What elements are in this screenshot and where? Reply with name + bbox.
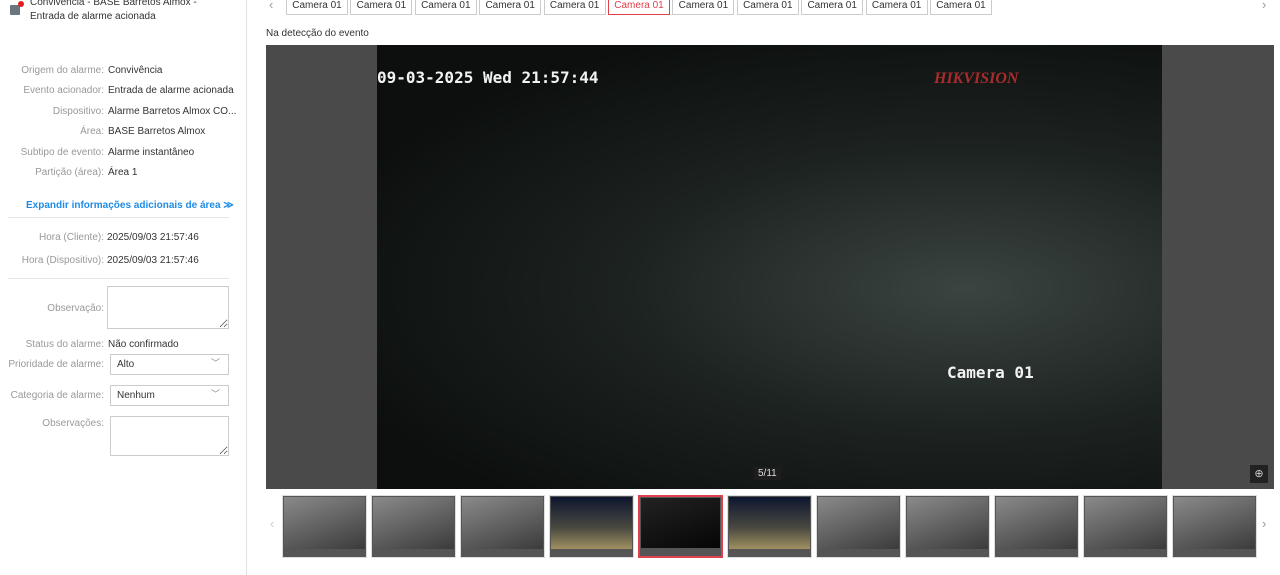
prioridade-label: Prioridade de alarme: (8, 359, 104, 370)
detail-value: BASE Barretos Almox (108, 126, 206, 138)
thumbnail[interactable] (460, 495, 545, 558)
divider (8, 278, 229, 279)
detail-row: Subtipo de evento: Alarme instantâneo (0, 146, 247, 160)
observacao-textarea[interactable] (107, 286, 229, 329)
thumbnail[interactable] (816, 495, 901, 558)
video-player[interactable]: 09-03-2025 Wed 21:57:44 HIKVISION Camera… (266, 45, 1274, 489)
categoria-select[interactable]: Nenhum ﹀ (110, 385, 229, 406)
time-value: 2025/09/03 21:57:46 (107, 255, 199, 266)
status-label: Status do alarme: (25, 339, 104, 350)
chevron-down-icon: ﹀ (210, 389, 220, 399)
camera-tab[interactable]: Camera 01 (479, 0, 542, 15)
detail-row: Evento acionador: Entrada de alarme acion… (0, 84, 247, 98)
categoria-label: Categoria de alarme: (10, 390, 104, 401)
camera-tab[interactable]: Camera 01 (414, 0, 477, 15)
time-label: Hora (Cliente): (38, 232, 104, 243)
status-value: Não confirmado (108, 339, 179, 350)
detail-value: Área 1 (108, 167, 138, 178)
observacoes-label: Observações: (42, 418, 104, 429)
detail-label: Dispositivo: (52, 105, 104, 117)
section-subtitle: Na detecção do evento (266, 28, 369, 39)
camera-tab[interactable]: Camera 01 (930, 0, 992, 15)
thumbnail[interactable] (1083, 495, 1168, 558)
detail-value: Alarme Barretos Almox CO... (108, 105, 237, 117)
image-counter: 5/11 (754, 467, 781, 480)
camera-tabs: Camera 01 Camera 01 Camera 01 Camera 01 Came… (266, 0, 1276, 16)
detail-label: Origem do alarme: (21, 65, 104, 76)
detail-value: Convivência (108, 65, 163, 76)
observacao-label: Observação: (47, 303, 104, 314)
video-timestamp: 09-03-2025 Wed 21:57:44 (377, 68, 599, 87)
tabs-next-arrow-icon[interactable]: › (1262, 0, 1266, 12)
detail-label: Evento acionador: (23, 85, 104, 97)
camera-tab[interactable]: Camera 01 (543, 0, 606, 15)
camera-tab[interactable]: Camera 01 (801, 0, 864, 15)
thumbnail[interactable] (727, 495, 812, 558)
detail-row: Origem do alarme: Convivência (0, 64, 247, 78)
camera-tab[interactable]: Camera 01 (608, 0, 670, 15)
prioridade-select[interactable]: Alto ﹀ (110, 354, 229, 375)
expand-area-info-link[interactable]: Expandir informações adicionais de área … (26, 200, 234, 211)
hikvision-logo: HIKVISION (934, 70, 1019, 87)
categoria-value: Nenhum (117, 390, 155, 401)
camera-tab[interactable]: Camera 01 (286, 0, 348, 15)
detail-value: Entrada de alarme acionada (108, 85, 234, 97)
time-row: Hora (Cliente): 2025/09/03 21:57:46 (0, 231, 247, 245)
alarm-details-panel: Convivência - BASE Barretos Almox - Entr… (0, 0, 247, 575)
detail-row: Partição (área): Área 1 (0, 166, 247, 180)
thumbnail[interactable] (549, 495, 634, 558)
camera-tab[interactable]: Camera 01 (350, 0, 413, 15)
detail-row: Dispositivo: Alarme Barretos Almox CO... (0, 105, 247, 119)
thumbnail-strip (266, 495, 1274, 559)
thumbnail[interactable] (905, 495, 990, 558)
detail-label: Partição (área): (35, 167, 104, 178)
thumbnail[interactable] (371, 495, 456, 558)
camera-tab[interactable]: Camera 01 (736, 0, 799, 15)
zoom-in-icon[interactable]: ⊕ (1250, 465, 1268, 483)
time-row: Hora (Dispositivo): 2025/09/03 21:57:46 (0, 254, 247, 268)
detail-label: Área: (80, 126, 104, 138)
alarm-title: Convivência - BASE Barretos Almox - Entr… (30, 0, 197, 22)
detail-value: Alarme instantâneo (108, 146, 195, 158)
thumbnail[interactable] (638, 495, 723, 558)
video-camera-label: Camera 01 (947, 363, 1034, 382)
alarm-icon (10, 1, 24, 15)
thumbnail[interactable] (282, 495, 367, 558)
prioridade-value: Alto (117, 359, 135, 370)
time-label: Hora (Dispositivo): (21, 255, 104, 266)
detail-label: Subtipo de evento: (20, 146, 104, 158)
observacoes-textarea[interactable] (110, 416, 229, 456)
time-value: 2025/09/03 21:57:46 (107, 232, 199, 243)
camera-frame: 09-03-2025 Wed 21:57:44 HIKVISION Camera… (377, 45, 1162, 489)
thumbs-next-arrow-icon[interactable]: › (1262, 516, 1266, 531)
detail-row: Área: BASE Barretos Almox (0, 125, 247, 139)
thumbnail[interactable] (994, 495, 1079, 558)
camera-tab[interactable]: Camera 01 (865, 0, 928, 15)
divider (8, 217, 229, 218)
camera-tab[interactable]: Camera 01 (672, 0, 735, 15)
chevron-down-icon: ﹀ (210, 358, 220, 368)
thumbnail[interactable] (1172, 495, 1257, 558)
